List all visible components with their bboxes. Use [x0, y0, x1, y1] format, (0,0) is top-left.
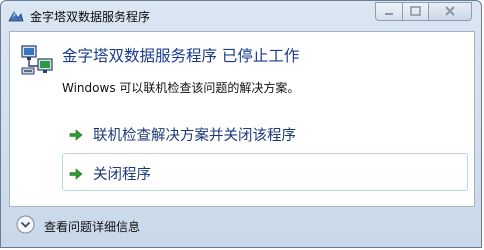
green-arrow-icon — [69, 166, 83, 180]
details-toggle[interactable]: 查看问题详细信息 — [9, 207, 475, 243]
minimize-button[interactable] — [375, 2, 403, 21]
close-icon — [445, 6, 455, 16]
network-computer-icon — [19, 43, 55, 79]
dialog-description: Windows 可以联机检查该问题的解决方案。 — [62, 81, 300, 95]
green-arrow-icon — [69, 127, 83, 141]
close-program-option[interactable]: 关闭程序 — [62, 153, 468, 191]
check-online-label: 联机检查解决方案并关闭该程序 — [93, 128, 296, 144]
app-icon — [8, 8, 24, 24]
window-title: 金字塔双数据服务程序 — [30, 10, 151, 24]
maximize-button[interactable] — [402, 2, 429, 21]
error-dialog-window: 金字塔双数据服务程序 金字塔双数据服务程序 已停止工作 Windows 可以联机… — [0, 0, 482, 248]
check-online-option[interactable]: 联机检查解决方案并关闭该程序 — [62, 114, 468, 152]
close-program-label: 关闭程序 — [93, 167, 151, 183]
minimize-icon — [385, 13, 393, 15]
dialog-headline: 金字塔双数据服务程序 已停止工作 — [62, 47, 300, 65]
maximize-icon — [410, 6, 421, 16]
dialog-content: 金字塔双数据服务程序 已停止工作 Windows 可以联机检查该问题的解决方案。… — [9, 31, 475, 207]
details-label: 查看问题详细信息 — [44, 220, 141, 234]
close-button[interactable] — [428, 2, 472, 21]
chevron-down-icon — [16, 215, 35, 234]
title-bar[interactable]: 金字塔双数据服务程序 — [1, 1, 481, 31]
